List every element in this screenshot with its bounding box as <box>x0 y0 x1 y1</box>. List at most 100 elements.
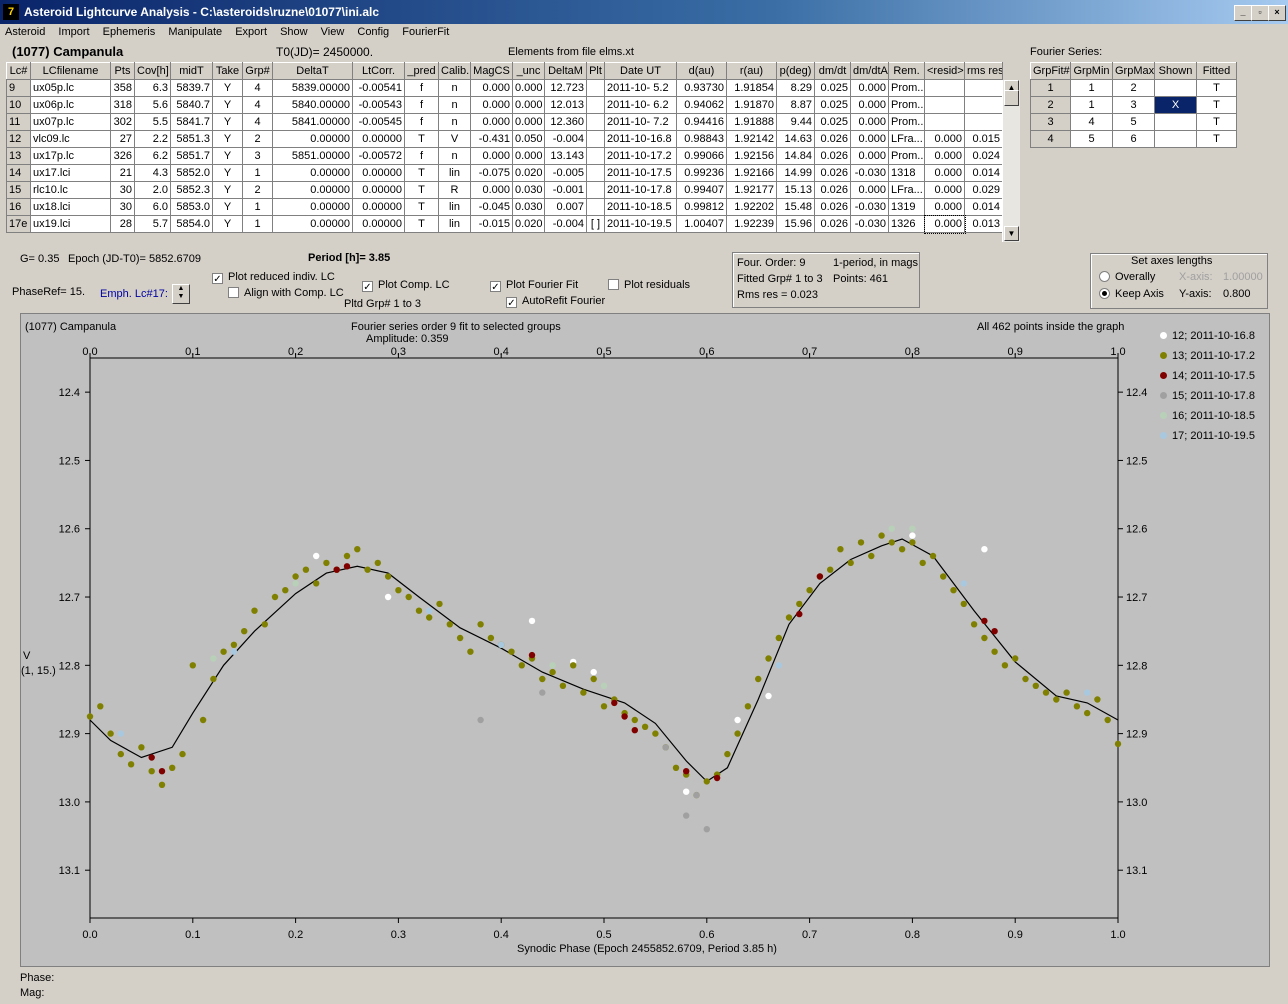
fourier-cell[interactable]: 5 <box>1112 113 1155 131</box>
lc-row-header[interactable]: 14 <box>6 164 31 182</box>
lc-cell[interactable]: 1 <box>242 198 273 216</box>
lc-cell[interactable] <box>964 79 1003 97</box>
lc-col-header[interactable]: _unc <box>512 62 545 80</box>
fourier-table-row[interactable]: 456 T <box>1030 130 1237 148</box>
lc-cell[interactable]: 2 <box>242 130 273 148</box>
lc-cell[interactable]: ux07p.lc <box>30 113 111 131</box>
lc-cell[interactable] <box>586 130 605 148</box>
lc-cell[interactable]: 5839.7 <box>170 79 213 97</box>
lc-cell[interactable]: 1.92177 <box>726 181 777 199</box>
lc-cell[interactable]: 8.87 <box>776 96 815 114</box>
fourier-table-row[interactable]: 213XT <box>1030 96 1237 114</box>
lc-cell[interactable]: LFra... <box>888 130 925 148</box>
lc-row-header[interactable]: 15 <box>6 181 31 199</box>
lc-cell[interactable]: 1.91870 <box>726 96 777 114</box>
lc-cell[interactable]: 6.0 <box>134 198 171 216</box>
lc-cell[interactable]: -0.00543 <box>352 96 405 114</box>
lc-cell[interactable]: 0.94062 <box>676 96 727 114</box>
lc-cell[interactable]: 358 <box>110 79 135 97</box>
lc-cell[interactable]: 5.5 <box>134 113 171 131</box>
lc-cell[interactable]: Prom... <box>888 147 925 165</box>
lc-cell[interactable]: Y <box>212 215 243 233</box>
fourier-cell[interactable]: T <box>1196 96 1237 114</box>
lc-cell[interactable]: 1 <box>242 164 273 182</box>
lc-cell[interactable]: 0.000 <box>850 181 889 199</box>
plot-comp-checkbox[interactable]: ✓ Plot Comp. LC <box>362 279 450 293</box>
lc-cell[interactable]: ux06p.lc <box>30 96 111 114</box>
lc-cell[interactable]: 0.020 <box>512 164 545 182</box>
lc-row-header[interactable]: 10 <box>6 96 31 114</box>
lc-cell[interactable]: 12.013 <box>544 96 587 114</box>
lc-cell[interactable]: LFra... <box>888 181 925 199</box>
lc-cell[interactable]: Y <box>212 79 243 97</box>
lc-cell[interactable]: 0.000 <box>924 130 965 148</box>
lc-cell[interactable]: 302 <box>110 113 135 131</box>
lc-cell[interactable]: 0.000 <box>850 147 889 165</box>
lc-cell[interactable]: 0.007 <box>544 198 587 216</box>
menu-view[interactable]: View <box>316 24 350 38</box>
lc-cell[interactable]: 2011-10-17.5 <box>604 164 677 182</box>
lc-cell[interactable]: 5853.0 <box>170 198 213 216</box>
lc-cell[interactable]: 1318 <box>888 164 925 182</box>
lc-cell[interactable]: ux17p.lc <box>30 147 111 165</box>
lc-cell[interactable]: 5852.0 <box>170 164 213 182</box>
lc-table-row[interactable]: 14 ux17.lci 21 4.3 5852.0 Y 1 0.00000 0.00000 Tli… <box>6 164 1003 182</box>
lc-table-row[interactable]: 11 ux07p.lc 302 5.5 5841.7 Y 4 5841.00000 -0.005… <box>6 113 1003 131</box>
lc-table-row[interactable]: 15 rlc10.lc 30 2.0 5852.3 Y 2 0.00000 0.00000 T R 0… <box>6 181 1003 199</box>
lc-cell[interactable]: 8.29 <box>776 79 815 97</box>
lc-cell[interactable]: n <box>438 147 471 165</box>
lc-cell[interactable]: 0.00000 <box>272 198 353 216</box>
lc-cell[interactable]: 326 <box>110 147 135 165</box>
plot-reduced-checkbox[interactable]: ✓ Plot reduced indiv. LC <box>212 271 335 285</box>
lc-cell[interactable]: 0.00000 <box>352 164 405 182</box>
lc-cell[interactable]: -0.004 <box>544 130 587 148</box>
lc-cell[interactable]: 1319 <box>888 198 925 216</box>
lc-cell[interactable]: T <box>404 130 439 148</box>
fourier-row-header[interactable]: 1 <box>1030 79 1071 97</box>
lc-cell[interactable]: 0.050 <box>512 130 545 148</box>
lc-table-row[interactable]: 17e ux19.lci 28 5.7 5854.0 Y 1 0.00000 0.00000 Tl… <box>6 214 1003 234</box>
lc-cell[interactable]: 4 <box>242 79 273 97</box>
lc-cell[interactable]: 0.000 <box>512 79 545 97</box>
lc-cell[interactable]: 30 <box>110 198 135 216</box>
lc-cell[interactable] <box>586 79 605 97</box>
lc-cell[interactable]: 0.00000 <box>352 181 405 199</box>
lc-cell[interactable] <box>586 198 605 216</box>
lc-cell[interactable]: 14.99 <box>776 164 815 182</box>
lc-cell[interactable]: -0.005 <box>544 164 587 182</box>
lc-table-row[interactable]: 12 vlc09.lc 27 2.2 5851.3 Y 2 0.00000 0.00000 T V -… <box>6 130 1003 148</box>
lc-cell[interactable]: 6.3 <box>134 79 171 97</box>
lc-cell[interactable] <box>964 96 1003 114</box>
lc-cell[interactable]: 0.026 <box>814 147 851 165</box>
lc-table-row[interactable]: 9 ux05p.lc 358 6.3 5839.7 Y 4 5839.00000 -0.0054… <box>6 79 1003 97</box>
lc-cell[interactable]: n <box>438 113 471 131</box>
lc-cell[interactable]: 0.024 <box>964 147 1003 165</box>
lc-cell[interactable]: -0.001 <box>544 181 587 199</box>
lc-col-header[interactable]: p(deg) <box>776 62 815 80</box>
lc-cell[interactable]: Prom... <box>888 79 925 97</box>
lc-cell[interactable]: 0.000 <box>850 96 889 114</box>
lc-cell[interactable]: 14.63 <box>776 130 815 148</box>
lc-row-header[interactable]: 12 <box>6 130 31 148</box>
menu-fourierfit[interactable]: FourierFit <box>397 24 454 38</box>
lc-cell[interactable]: 6.2 <box>134 147 171 165</box>
lc-cell[interactable]: 15.13 <box>776 181 815 199</box>
lc-cell[interactable]: Y <box>212 147 243 165</box>
lc-cell[interactable]: vlc09.lc <box>30 130 111 148</box>
y-axis-value[interactable]: 0.800 <box>1223 288 1251 300</box>
fourier-cell[interactable] <box>1154 79 1197 97</box>
lc-cell[interactable]: 0.000 <box>924 147 965 165</box>
fourier-cell[interactable]: T <box>1196 113 1237 131</box>
lc-cell[interactable]: 5851.7 <box>170 147 213 165</box>
lc-cell[interactable]: 5840.7 <box>170 96 213 114</box>
lc-cell[interactable]: 0.026 <box>814 198 851 216</box>
scroll-down-button[interactable]: ▼ <box>1004 226 1019 241</box>
lc-cell[interactable]: 5.6 <box>134 96 171 114</box>
lc-cell[interactable]: 5852.3 <box>170 181 213 199</box>
lc-cell[interactable] <box>586 96 605 114</box>
lc-cell[interactable]: 0.000 <box>470 79 513 97</box>
lc-col-header[interactable]: d(au) <box>676 62 727 80</box>
minimize-button[interactable]: _ <box>1234 5 1252 21</box>
lc-cell[interactable]: 14.84 <box>776 147 815 165</box>
lc-cell[interactable]: 5851.00000 <box>272 147 353 165</box>
